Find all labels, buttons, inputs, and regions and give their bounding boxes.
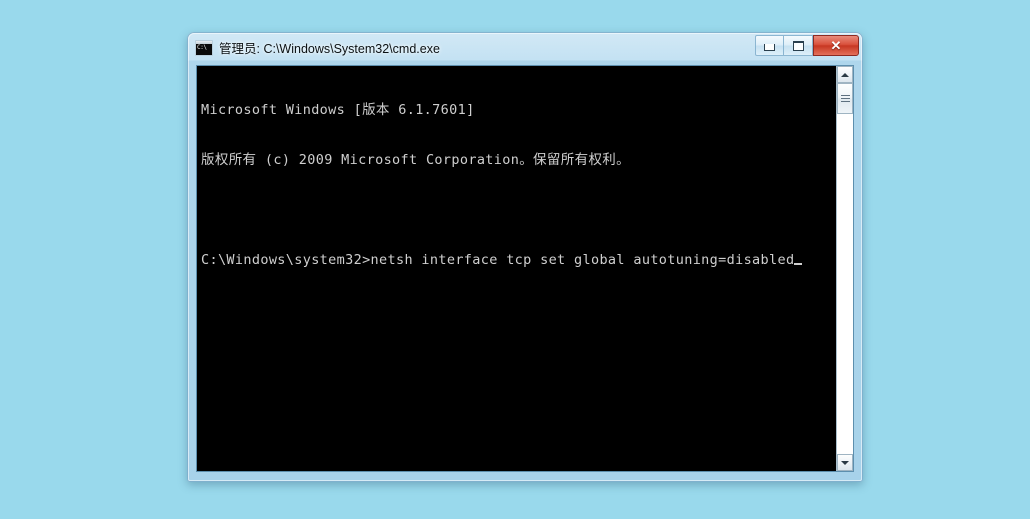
console-prompt-and-command: C:\Windows\system32>netsh interface tcp …	[201, 251, 795, 268]
window-controls: ✕	[755, 35, 859, 56]
console-line: Microsoft Windows [版本 6.1.7601]	[201, 102, 475, 119]
maximize-button[interactable]	[784, 35, 813, 56]
maximize-icon	[792, 40, 804, 51]
cmd-console-icon: C:\	[195, 39, 213, 56]
console-output[interactable]: Microsoft Windows [版本 6.1.7601] 版权所有 (c)…	[197, 66, 836, 471]
command-prompt-window: C:\ 管理员: C:\Windows\System32\cmd.exe ✕ M…	[187, 32, 863, 482]
desktop-background: C:\ 管理员: C:\Windows\System32\cmd.exe ✕ M…	[0, 0, 1030, 519]
close-icon: ✕	[830, 38, 842, 53]
scrollbar-grip-icon	[840, 93, 850, 104]
minimize-button[interactable]	[755, 35, 784, 56]
chevron-down-icon	[841, 460, 849, 465]
minimize-icon	[764, 44, 775, 51]
console-command-line: C:\Windows\system32>netsh interface tcp …	[201, 252, 836, 269]
window-title: 管理员: C:\Windows\System32\cmd.exe	[219, 41, 440, 56]
console-cursor	[794, 262, 803, 265]
scrollbar-track[interactable]	[837, 83, 853, 454]
cmd-icon-text: C:\	[197, 43, 207, 51]
console-line: 版权所有 (c) 2009 Microsoft Corporation。保留所有…	[201, 151, 631, 168]
scrollbar-thumb[interactable]	[837, 83, 853, 114]
close-button[interactable]: ✕	[813, 35, 859, 56]
scrollbar-down-button[interactable]	[837, 454, 853, 471]
scrollbar-up-button[interactable]	[837, 66, 853, 83]
console-client-area[interactable]: Microsoft Windows [版本 6.1.7601] 版权所有 (c)…	[196, 65, 854, 472]
chevron-up-icon	[841, 72, 849, 77]
console-scrollbar[interactable]	[836, 66, 853, 471]
